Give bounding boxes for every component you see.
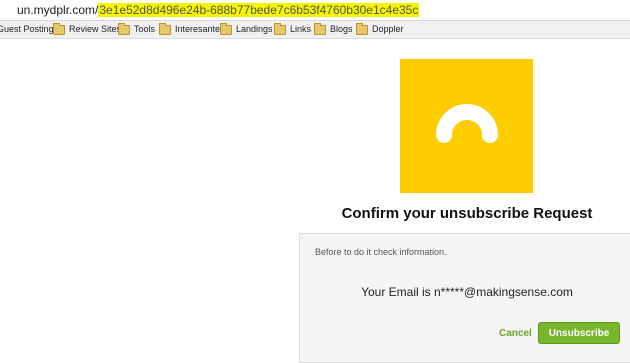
bookmark-label: Interesante — [175, 24, 221, 34]
folder-icon — [274, 22, 286, 35]
unsubscribe-button[interactable]: Unsubscribe — [538, 322, 620, 344]
bookmark-links[interactable]: Links — [274, 21, 311, 38]
bookmark-label: Guest Posting — [0, 24, 54, 34]
folder-icon — [356, 22, 368, 35]
bookmark-label: Landings — [236, 24, 273, 34]
folder-icon — [220, 22, 232, 35]
cancel-link[interactable]: Cancel — [499, 328, 532, 339]
bookmark-label: Doppler — [372, 24, 404, 34]
doppler-arc-logo-icon — [436, 104, 498, 143]
url-domain: un.mydplr.com/ — [17, 3, 99, 17]
page-title: Confirm your unsubscribe Request — [341, 205, 593, 222]
address-bar[interactable]: un.mydplr.com/3e1e52d8d496e24b-688b77bed… — [0, 0, 630, 21]
bookmark-review-sites[interactable]: Review Sites — [53, 21, 121, 38]
bookmark-label: Blogs — [330, 24, 353, 34]
info-text: Before to do it check information. — [315, 247, 447, 257]
bookmarks-bar: Guest Posting Review Sites Tools Interes… — [0, 21, 630, 39]
url-text: un.mydplr.com/3e1e52d8d496e24b-688b77bed… — [17, 0, 420, 20]
bookmark-label: Tools — [134, 24, 156, 34]
folder-icon — [53, 22, 65, 35]
bookmark-guest-posting[interactable]: Guest Posting — [0, 21, 54, 38]
bookmark-blogs[interactable]: Blogs — [314, 21, 353, 38]
confirm-panel: Before to do it check information. Your … — [299, 233, 630, 363]
bookmark-label: Links — [290, 24, 312, 34]
doppler-logo — [400, 59, 533, 193]
bookmark-interesante[interactable]: Interesante — [159, 21, 220, 38]
bookmark-tools[interactable]: Tools — [118, 21, 155, 38]
url-path-highlighted: 3e1e52d8d496e24b-688b77bede7c6b53f4760b3… — [98, 3, 420, 17]
bookmark-doppler[interactable]: Doppler — [356, 21, 404, 38]
bookmark-label: Review Sites — [69, 24, 122, 34]
folder-icon — [159, 22, 171, 35]
email-line: Your Email is n*****@makingsense.com — [361, 285, 573, 299]
folder-icon — [314, 22, 326, 35]
folder-icon — [118, 22, 130, 35]
bookmark-landings[interactable]: Landings — [220, 21, 273, 38]
